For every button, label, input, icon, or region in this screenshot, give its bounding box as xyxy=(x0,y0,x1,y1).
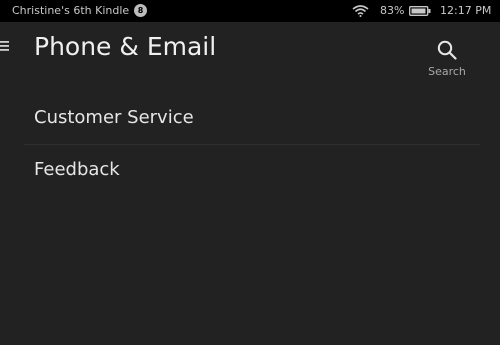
status-bar: Christine's 6th Kindle 8 83% 12:17 PM xyxy=(0,0,500,22)
search-icon xyxy=(437,40,457,60)
kindle-screen: Christine's 6th Kindle 8 83% 12:17 PM Ph… xyxy=(0,0,500,345)
search-label: Search xyxy=(428,65,466,78)
battery-icon xyxy=(409,6,431,16)
notification-badge[interactable]: 8 xyxy=(134,4,147,17)
device-name: Christine's 6th Kindle xyxy=(12,4,130,17)
list-item-label: Feedback xyxy=(34,159,120,180)
page-title: Phone & Email xyxy=(34,32,217,61)
list-item-feedback[interactable]: Feedback xyxy=(24,145,480,196)
list-item-customer-service[interactable]: Customer Service xyxy=(24,93,480,144)
clock: 12:17 PM xyxy=(440,4,492,17)
search-button[interactable]: Search xyxy=(422,38,472,80)
menu-list: Customer Service Feedback xyxy=(24,93,480,196)
wifi-icon xyxy=(352,5,369,17)
list-item-label: Customer Service xyxy=(34,107,194,128)
hamburger-menu-icon[interactable] xyxy=(0,40,10,52)
battery-percent: 83% xyxy=(380,4,405,17)
